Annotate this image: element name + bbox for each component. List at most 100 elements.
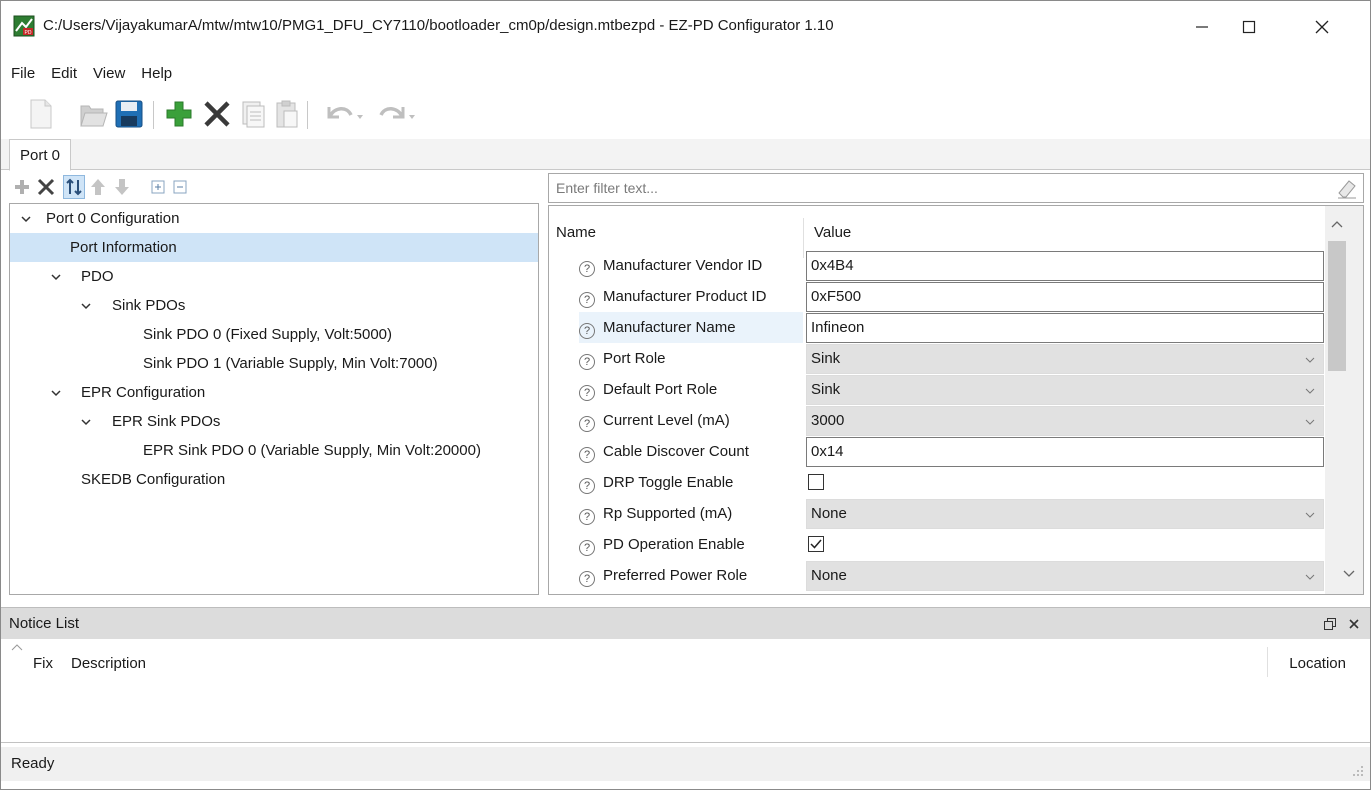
- delete-button[interactable]: [201, 97, 233, 131]
- tree-item-sink-pdo-1[interactable]: Sink PDO 1 (Variable Supply, Min Volt:70…: [10, 349, 538, 378]
- collapse-all-icon: [173, 180, 187, 194]
- scroll-down-icon[interactable]: [1337, 564, 1361, 584]
- help-icon[interactable]: ?: [579, 416, 595, 432]
- tree-item-label: SKEDB Configuration: [81, 471, 226, 488]
- help-icon[interactable]: ?: [579, 354, 595, 370]
- menu-help[interactable]: Help: [133, 62, 180, 86]
- sort-icon: [66, 178, 82, 196]
- help-icon[interactable]: ?: [579, 261, 595, 277]
- drp-toggle-enable-checkbox[interactable]: [808, 474, 824, 490]
- current-level-select[interactable]: 3000: [806, 406, 1324, 436]
- property-name: ? Current Level (mA): [579, 405, 803, 436]
- help-icon[interactable]: ?: [579, 571, 595, 587]
- copy-button[interactable]: [237, 97, 269, 131]
- column-value-header[interactable]: Value: [814, 224, 851, 241]
- resize-grip-icon[interactable]: [1352, 765, 1364, 777]
- chevron-down-icon[interactable]: [20, 213, 32, 225]
- property-name: ? Manufacturer Name: [579, 312, 803, 343]
- tree-item-epr-configuration[interactable]: EPR Configuration: [10, 378, 538, 407]
- manufacturer-product-id-field[interactable]: 0xF500: [806, 282, 1324, 312]
- property-row: ? Preferred Power Role None: [549, 560, 1324, 591]
- tree-item-epr-sink-pdos[interactable]: EPR Sink PDOs: [10, 407, 538, 436]
- tree-add-button[interactable]: [11, 175, 33, 199]
- undo-button[interactable]: [319, 97, 367, 131]
- manufacturer-name-field[interactable]: Infineon: [806, 313, 1324, 343]
- paste-button[interactable]: [271, 97, 303, 131]
- tree-item-port-0-configuration[interactable]: Port 0 Configuration: [10, 204, 538, 233]
- help-icon[interactable]: ?: [579, 447, 595, 463]
- save-button[interactable]: [113, 97, 145, 131]
- tree-item-sink-pdos[interactable]: Sink PDOs: [10, 291, 538, 320]
- property-label: DRP Toggle Enable: [603, 474, 734, 491]
- help-icon[interactable]: ?: [579, 292, 595, 308]
- property-label: Current Level (mA): [603, 412, 730, 429]
- tree-item-skedb-configuration[interactable]: SKEDB Configuration: [10, 465, 538, 494]
- column-description-header[interactable]: Description: [71, 655, 146, 672]
- default-port-role-select[interactable]: Sink: [806, 375, 1324, 405]
- tree-sort-button[interactable]: [63, 175, 85, 199]
- chevron-down-icon[interactable]: [80, 300, 92, 312]
- eraser-icon[interactable]: [1337, 179, 1357, 199]
- close-button[interactable]: [1299, 9, 1345, 45]
- preferred-power-role-select[interactable]: None: [806, 561, 1324, 591]
- delete-icon: [204, 101, 230, 127]
- tree-item-port-information[interactable]: Port Information: [10, 233, 538, 262]
- help-icon[interactable]: ?: [579, 323, 595, 339]
- scroll-up-icon[interactable]: [1325, 214, 1349, 234]
- add-button[interactable]: [163, 97, 195, 131]
- port-role-select[interactable]: Sink: [806, 344, 1324, 374]
- configuration-tree: Port 0 Configuration Port Information PD…: [9, 203, 539, 595]
- close-panel-button[interactable]: [1345, 614, 1363, 634]
- property-name: ? Cable Discover Count: [579, 436, 803, 467]
- tree-delete-button[interactable]: [35, 175, 57, 199]
- menu-view[interactable]: View: [85, 62, 133, 86]
- float-panel-button[interactable]: [1321, 614, 1339, 634]
- tree-expand-all-button[interactable]: [147, 175, 169, 199]
- property-name: ? Preferred Power Role: [579, 560, 803, 591]
- tree-item-label: Sink PDO 1 (Variable Supply, Min Volt:70…: [143, 355, 438, 372]
- chevron-down-icon[interactable]: [50, 387, 62, 399]
- help-icon[interactable]: ?: [579, 385, 595, 401]
- chevron-down-icon[interactable]: [50, 271, 62, 283]
- help-icon[interactable]: ?: [579, 540, 595, 556]
- open-button[interactable]: [77, 97, 109, 131]
- tree-item-label: Sink PDO 0 (Fixed Supply, Volt:5000): [143, 326, 393, 343]
- property-name: ? PD Operation Enable: [579, 529, 803, 560]
- cable-discover-count-field[interactable]: 0x14: [806, 437, 1324, 467]
- redo-button[interactable]: [371, 97, 419, 131]
- help-icon[interactable]: ?: [579, 478, 595, 494]
- tree-item-pdo[interactable]: PDO: [10, 262, 538, 291]
- pd-operation-enable-checkbox[interactable]: [808, 536, 824, 552]
- grid-scrollbar[interactable]: [1325, 206, 1363, 594]
- column-name-header[interactable]: Name: [556, 224, 596, 241]
- tree-move-up-button[interactable]: [87, 175, 109, 199]
- add-icon: [166, 101, 192, 127]
- column-fix-header[interactable]: Fix: [33, 655, 53, 672]
- tree-move-down-button[interactable]: [111, 175, 133, 199]
- column-divider[interactable]: [1267, 647, 1268, 677]
- tree-collapse-all-button[interactable]: [169, 175, 191, 199]
- maximize-button[interactable]: [1226, 9, 1272, 45]
- scrollbar-thumb[interactable]: [1328, 241, 1346, 371]
- chevron-down-icon[interactable]: [80, 416, 92, 428]
- delete-icon: [37, 178, 55, 196]
- tree-item-epr-sink-pdo-0[interactable]: EPR Sink PDO 0 (Variable Supply, Min Vol…: [10, 436, 538, 465]
- column-location-header[interactable]: Location: [1289, 655, 1346, 672]
- property-row: ? Current Level (mA) 3000: [549, 405, 1324, 436]
- property-label: Port Role: [603, 350, 666, 367]
- property-name: ? Port Role: [579, 343, 803, 374]
- filter-input[interactable]: [554, 176, 1314, 200]
- tree-item-sink-pdo-0[interactable]: Sink PDO 0 (Fixed Supply, Volt:5000): [10, 320, 538, 349]
- expand-all-icon: [151, 180, 165, 194]
- menu-edit[interactable]: Edit: [43, 62, 85, 86]
- help-icon[interactable]: ?: [579, 509, 595, 525]
- restore-panel-icon: [1324, 618, 1336, 630]
- menu-file[interactable]: File: [1, 62, 43, 86]
- tab-port-0[interactable]: Port 0: [9, 139, 72, 171]
- minimize-button[interactable]: [1179, 9, 1225, 45]
- rp-supported-select[interactable]: None: [806, 499, 1324, 529]
- save-icon: [115, 100, 143, 128]
- manufacturer-vendor-id-field[interactable]: 0x4B4: [806, 251, 1324, 281]
- toolbar-divider: [307, 101, 308, 129]
- new-button[interactable]: [25, 97, 57, 131]
